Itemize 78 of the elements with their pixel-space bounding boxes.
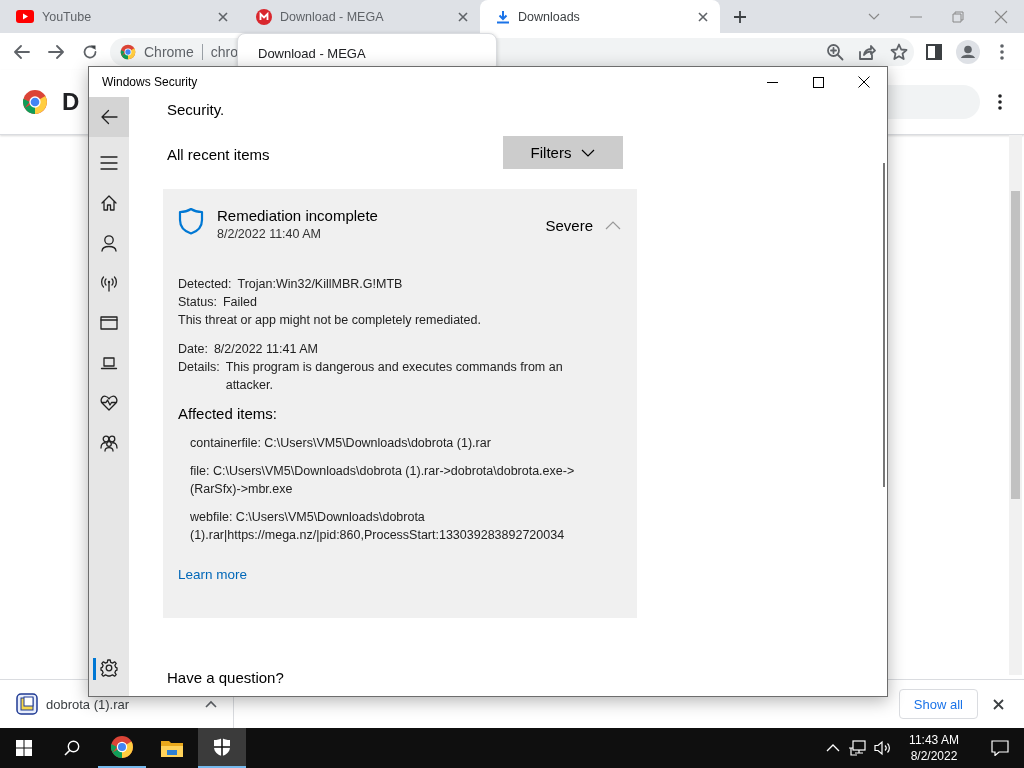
threat-timestamp: 8/2/2022 11:40 AM [217,227,323,241]
archive-icon [16,693,38,715]
threat-note: This threat or app might not be completely remediated. [178,312,482,329]
windows-start-icon[interactable] [16,740,32,756]
speaker-icon[interactable] [874,740,892,756]
field-value: 8/2/2022 11:41 AM [213,341,319,358]
scrollbar[interactable] [883,163,885,487]
plus-icon[interactable] [733,9,747,24]
chevron-down-icon [581,148,596,157]
network-icon[interactable] [848,740,866,756]
folder-icon[interactable] [160,738,184,758]
chevron-down-icon[interactable] [868,12,880,21]
chrome-logo-icon [22,89,48,115]
reload-icon[interactable] [82,43,98,60]
field-label: Details: [178,359,220,376]
severity-label: Severe [545,217,593,234]
clock-date: 8/2/2022 [909,748,959,764]
field-label: Detected: [178,276,232,293]
threat-title: Remediation incomplete [217,207,379,224]
more-icon[interactable] [998,94,1002,110]
affected-item: webfile: C:\Users\VM5\Downloads\dobrota (1).rar|https://mega.nz/|pid:860,ProcessStart:133039283892720034 [190,509,566,544]
affected-item: containerfile: C:\Users\VM5\Downloads\dobrota (1).rar [190,435,492,452]
field-value: Failed [222,294,258,311]
field-value: Trojan:Win32/KillMBR.G!MTB [237,276,404,293]
share-icon[interactable] [858,42,876,61]
close-icon[interactable] [698,11,708,22]
close-icon[interactable] [992,698,1004,710]
window-icon[interactable] [100,314,118,332]
more-icon[interactable] [1000,43,1004,60]
section-title: All recent items [167,146,270,163]
antenna-icon[interactable] [100,274,118,292]
field-label: Date: [178,341,208,358]
circle-logo-icon [256,8,272,25]
browser-tab[interactable]: Download - MEGA [240,0,480,33]
home-icon[interactable] [100,194,118,212]
forward-arrow-icon[interactable] [48,44,64,59]
notification-icon[interactable] [991,740,1009,756]
site-label: Chrome [144,43,194,60]
affected-item: file: C:\Users\VM5\Downloads\dobrota (1).rar->dobrota\dobrota.exe->(RarSfx)->mbr.exe [190,463,576,498]
learn-more-link[interactable]: Learn more [178,567,248,582]
zoom-icon[interactable] [826,42,844,61]
play-logo-icon [16,10,34,23]
minimize-icon[interactable] [766,81,778,83]
caret-up-icon[interactable] [205,700,217,708]
nav-button[interactable] [89,97,129,137]
show-all-button[interactable]: Show all [898,689,978,719]
heading-text: Security. [167,101,226,118]
page-title: D [62,88,80,116]
back-arrow-icon[interactable] [100,108,118,126]
url-text: chro [210,43,239,60]
browser-tab[interactable]: Downloads [480,0,720,33]
laptop-icon[interactable] [100,354,118,372]
download-icon [496,9,510,24]
search-icon[interactable] [64,740,80,756]
profile-icon[interactable] [956,39,980,64]
scrollbar[interactable] [1009,135,1022,675]
settings-icon[interactable] [100,659,118,677]
chrome-icon[interactable] [110,735,134,759]
side-panel-icon[interactable] [926,43,942,60]
field-value: This program is dangerous and executes commands from an attacker. [225,359,564,394]
taskbar-button[interactable] [198,728,246,768]
people-icon[interactable] [100,434,118,452]
field-label: Status: [178,294,217,311]
shield-icon[interactable] [213,737,231,757]
chrome-icon [120,43,136,60]
close-icon[interactable] [858,76,870,88]
shield-icon [178,207,204,235]
heart-icon[interactable] [100,394,118,412]
clock-time: 11:43 AM [908,732,960,748]
window-title: Windows Security [102,75,199,89]
menu-icon[interactable] [100,154,118,172]
star-icon[interactable] [890,42,908,61]
browser-tab[interactable]: YouTube [0,0,240,33]
person-icon[interactable] [100,234,118,252]
back-arrow-icon[interactable] [14,44,30,59]
affected-title: Affected items: [178,405,278,422]
filters-button[interactable]: Filters [503,136,623,169]
maximize-icon[interactable] [812,76,824,88]
